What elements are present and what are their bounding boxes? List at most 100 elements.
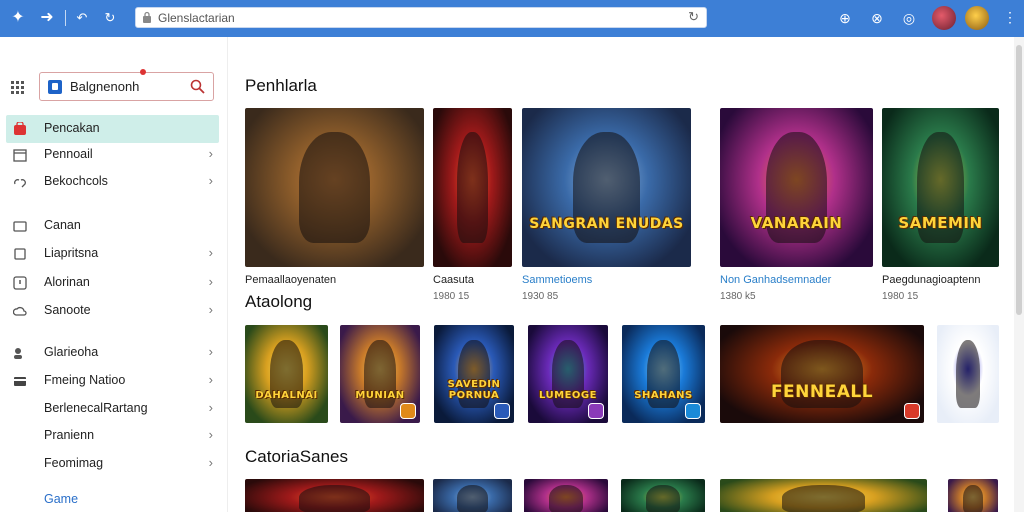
sidebar-item-4[interactable]: Liapritsna › — [6, 240, 219, 268]
shop-icon — [14, 122, 26, 135]
chevron-right-icon: › — [208, 302, 213, 317]
sidebar-item-label: Fmeing Natioo — [44, 373, 126, 387]
character-silhouette — [646, 485, 680, 512]
search-icon[interactable] — [190, 79, 205, 94]
category-game-card[interactable] — [720, 479, 927, 512]
sparkle-icon[interactable]: ✦ — [8, 8, 28, 28]
category-game-card[interactable] — [245, 479, 424, 512]
game-thumbnail-card[interactable]: DAHALNAI — [245, 325, 328, 423]
character-silhouette — [298, 131, 371, 244]
sidebar-item-5[interactable]: Alorinan › — [6, 269, 219, 297]
game-thumbnail-card[interactable] — [937, 325, 999, 423]
game-thumbnail-card[interactable]: LUMEOGE — [528, 325, 608, 423]
game-banner-text: MUNIAN — [355, 389, 405, 401]
sidebar-item-label: Alorinan — [44, 275, 90, 289]
game-thumbnail-card[interactable]: MUNIAN — [340, 325, 420, 423]
chevron-right-icon: › — [208, 400, 213, 415]
sidebar-item-6[interactable]: Sanoote › — [6, 297, 219, 325]
game-title[interactable]: Pemaallaoyenaten — [245, 274, 336, 286]
scrollbar-thumb[interactable] — [1016, 45, 1022, 315]
sidebar-item-8[interactable]: Fmeing Natioo › — [6, 367, 219, 395]
game-meta: 1980 15 — [433, 291, 470, 302]
sidebar-item-1[interactable]: Pennoail › — [6, 141, 219, 169]
url-text: Glenslactarian — [158, 11, 235, 25]
back-icon[interactable]: ↶ — [72, 8, 92, 28]
game-banner-text: SAVEDIN PORNUA — [447, 379, 501, 401]
chevron-right-icon: › — [208, 344, 213, 359]
game-meta: 1930 85 — [522, 291, 559, 302]
sidebar-item-10[interactable]: Pranienn › — [6, 422, 219, 450]
category-game-card[interactable] — [948, 479, 998, 512]
game-banner-text: SANGRAN ENUDAS — [529, 216, 684, 233]
category-game-card[interactable] — [433, 479, 512, 512]
people-icon — [14, 348, 22, 359]
game-banner-text: SAMEMIN — [898, 214, 983, 233]
forward-arrow-icon[interactable]: ➜ — [37, 8, 57, 28]
apps-grid-icon[interactable] — [11, 81, 25, 95]
sidebar-item-label: Pencakan — [44, 121, 100, 135]
extension-icon[interactable]: ⊗ — [868, 9, 886, 27]
notification-dot — [140, 69, 146, 75]
chevron-right-icon: › — [208, 173, 213, 188]
refresh-icon[interactable]: ↻ — [100, 8, 120, 28]
character-silhouette — [963, 485, 983, 512]
more-icon[interactable]: ⋮ — [1003, 10, 1017, 24]
sidebar-item-label: Glarieoha — [44, 345, 99, 359]
game-title[interactable]: Paegdunagioaptenn — [882, 274, 980, 286]
category-game-card[interactable] — [621, 479, 705, 512]
sidebar-item-9[interactable]: BerlenecalRartang › — [6, 395, 219, 423]
sidebar-item-label: BerlenecalRartang — [44, 401, 148, 415]
sidebar-item-label: Bekochcols — [44, 174, 108, 188]
account-avatar[interactable] — [965, 6, 989, 30]
game-title[interactable]: Non Ganhadsemnader — [720, 274, 831, 286]
game-title[interactable]: Caasuta — [433, 274, 474, 286]
platform-badge-icon — [685, 403, 701, 419]
featured-game-card[interactable] — [433, 108, 512, 267]
chevron-right-icon: › — [208, 146, 213, 161]
square-icon — [14, 248, 26, 260]
zoom-icon[interactable]: ⊕ — [836, 9, 854, 27]
sidebar-item-11[interactable]: Feomimag › — [6, 450, 219, 478]
sidebar-item-label: Pranienn — [44, 428, 95, 442]
sidebar-item-2[interactable]: Bekochcols › — [6, 168, 219, 196]
featured-game-card[interactable]: SANGRAN ENUDAS — [522, 108, 691, 267]
category-game-card[interactable] — [524, 479, 608, 512]
character-silhouette — [955, 339, 981, 409]
sidebar-item-label: Liapritsna — [44, 246, 99, 260]
featured-game-card[interactable]: SAMEMIN — [882, 108, 999, 267]
sidebar-item-7[interactable]: Glarieoha › — [6, 339, 219, 367]
game-banner-text: FENNEALL — [770, 381, 874, 402]
featured-game-card[interactable] — [245, 108, 424, 267]
info-icon — [13, 276, 27, 290]
search-input[interactable]: Balgnenonh — [39, 69, 214, 101]
game-thumbnail-card[interactable]: SAVEDIN PORNUA — [434, 325, 514, 423]
game-title[interactable]: Sammetioems — [522, 274, 592, 286]
section-title-categories: CatoriaSanes — [245, 447, 349, 466]
sidebar-item-3[interactable]: Canan — [6, 212, 219, 240]
featured-game-card[interactable]: VANARAIN — [720, 108, 873, 267]
settings-icon[interactable]: ◎ — [900, 9, 918, 27]
sidebar-item-label: Feomimag — [44, 456, 104, 470]
lock-icon — [143, 11, 151, 23]
section-title-row2: Ataolong — [245, 292, 313, 311]
game-thumbnail-card[interactable]: SHAHANS — [622, 325, 705, 423]
sidebar-item-0[interactable]: Pencakan — [6, 115, 219, 143]
game-link[interactable]: Game — [44, 492, 78, 506]
profile-avatar[interactable] — [932, 6, 956, 30]
sidebar-item-label: Sanoote — [44, 303, 91, 317]
section-title-featured: Penhlarla — [245, 76, 317, 95]
scrollbar[interactable] — [1014, 37, 1024, 512]
chevron-right-icon: › — [208, 274, 213, 289]
game-meta: 1980 15 — [882, 291, 919, 302]
game-banner-text: DAHALNAI — [255, 389, 318, 401]
game-thumbnail-card[interactable]: FENNEALL — [720, 325, 924, 423]
chevron-right-icon: › — [208, 372, 213, 387]
platform-badge-icon — [494, 403, 510, 419]
character-silhouette — [456, 131, 489, 244]
browser-toolbar: ✦ ➜ ↶ ↻ Glenslactarian ↻ ⊕ ⊗ ◎ ⋮ — [0, 0, 1024, 37]
calendar-icon — [13, 149, 27, 162]
chevron-right-icon: › — [208, 427, 213, 442]
address-bar[interactable]: Glenslactarian ↻ — [135, 7, 707, 28]
game-banner-text: VANARAIN — [750, 214, 843, 233]
reload-icon[interactable]: ↻ — [688, 9, 699, 25]
